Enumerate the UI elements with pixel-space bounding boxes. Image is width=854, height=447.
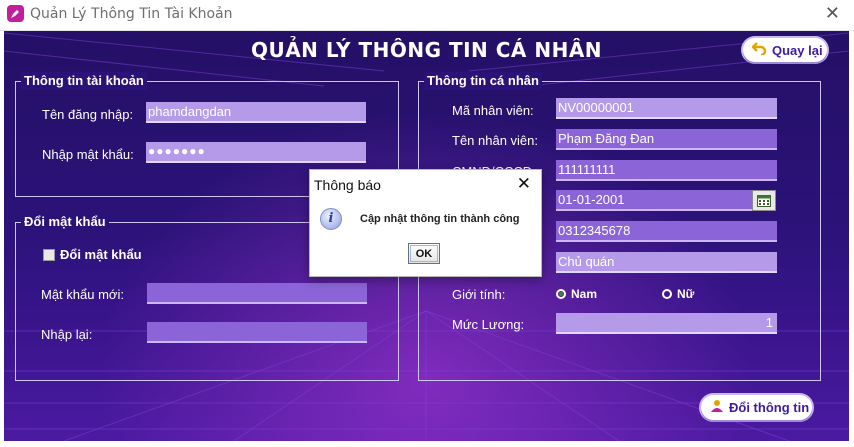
gender-female-label: Nữ <box>677 287 695 301</box>
role-field[interactable]: Chủ quán <box>556 252 777 273</box>
change-password-checkbox[interactable]: Đổi mật khẩu <box>43 247 142 262</box>
personal-info-title: Thông tin cá nhân <box>424 72 542 90</box>
new-password-field[interactable] <box>147 283 367 304</box>
employee-name-label: Tên nhân viên: <box>452 133 539 148</box>
gender-radio-male[interactable]: Nam <box>556 287 597 301</box>
return-arrow-icon <box>751 42 767 58</box>
confirm-password-field[interactable] <box>147 322 367 343</box>
employee-id-field[interactable]: NV00000001 <box>556 98 777 119</box>
password-label: Nhập mật khẩu: <box>42 147 134 162</box>
radio-dot-female[interactable] <box>662 289 672 299</box>
new-password-label: Mật khẩu mới: <box>41 287 124 302</box>
id-card-field[interactable]: 111111111 <box>556 160 777 181</box>
window-title: Quản Lý Thông Tin Tài Khoản <box>30 6 233 22</box>
gender-radio-female[interactable]: Nữ <box>662 287 694 301</box>
back-button-label: Quay lại <box>772 42 823 58</box>
dialog-close-icon[interactable]: ✕ <box>517 173 531 195</box>
dialog-message: Cập nhật thông tin thành công <box>360 213 520 225</box>
pen-icon <box>7 5 24 22</box>
radio-dot-male[interactable] <box>556 289 566 299</box>
account-info-title: Thông tin tài khoản <box>21 72 147 90</box>
page-title: QUẢN LÝ THÔNG TIN CÁ NHÂN <box>250 38 603 62</box>
change-password-checkbox-label: Đổi mật khẩu <box>60 247 142 262</box>
checkbox-box[interactable] <box>43 248 55 261</box>
username-field[interactable]: phamdangdan <box>146 102 366 123</box>
window-titlebar: Quản Lý Thông Tin Tài Khoản ✕ <box>0 0 854 31</box>
info-icon: i <box>320 208 342 230</box>
gender-label: Giới tính: <box>452 287 506 302</box>
gender-male-label: Nam <box>571 287 598 301</box>
close-icon[interactable]: ✕ <box>825 3 840 25</box>
update-info-button[interactable]: Đổi thông tin <box>701 395 812 420</box>
phone-field[interactable]: 0312345678 <box>556 221 777 242</box>
confirm-password-label: Nhập lại: <box>41 327 93 342</box>
username-label: Tên đăng nhập: <box>42 107 134 122</box>
dob-field[interactable]: 01-01-2001 <box>556 190 752 211</box>
employee-id-label: Mã nhân viên: <box>452 103 534 118</box>
salary-field[interactable]: 1 <box>556 313 777 334</box>
calendar-icon[interactable] <box>752 190 776 211</box>
user-edit-icon <box>710 399 724 416</box>
message-dialog: Thông báo ✕ i Cập nhật thông tin thành c… <box>309 169 542 277</box>
dialog-title: Thông báo <box>314 177 381 193</box>
back-button[interactable]: Quay lại <box>743 38 827 62</box>
ok-button[interactable]: OK <box>408 243 440 264</box>
salary-label: Mức Lương: <box>452 317 525 332</box>
password-field[interactable]: ●●●●●●● <box>146 142 366 163</box>
change-password-title: Đổi mật khẩu <box>21 213 109 231</box>
update-info-button-label: Đổi thông tin <box>729 400 810 415</box>
employee-name-field[interactable]: Phạm Đăng Đan <box>556 129 777 150</box>
